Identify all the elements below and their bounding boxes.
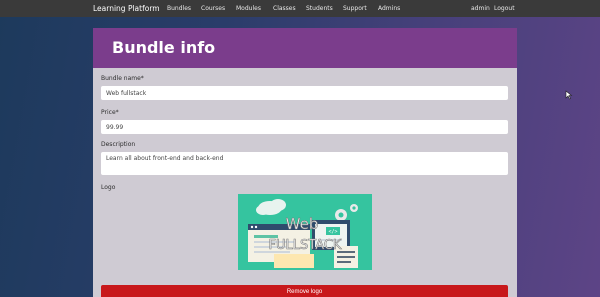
logout-link[interactable]: Logout [494,5,515,12]
description-label: Description [101,141,136,148]
user-name[interactable]: admin [471,5,490,12]
price-input[interactable] [101,120,508,134]
nav-students[interactable]: Students [306,5,333,12]
nav-support[interactable]: Support [343,5,367,12]
logo-title-line1: Web [286,215,319,233]
card-header: Bundle info [93,28,517,68]
brand-link[interactable]: Learning Platform [93,4,160,13]
nav-modules[interactable]: Modules [236,5,261,12]
code-badge: </> [328,229,337,235]
bundle-name-input[interactable] [101,86,508,100]
page-title: Bundle info [112,38,216,57]
logo-label: Logo [101,184,116,191]
bundle-card: Bundle info Bundle name* Price* Descript… [93,28,517,297]
mouse-cursor-icon [565,90,573,100]
logo-image: </> Web FULLSTACK [238,194,372,270]
price-label: Price* [101,109,119,116]
nav-bundles[interactable]: Bundles [167,5,191,12]
bundle-name-label: Bundle name* [101,75,144,82]
nav-courses[interactable]: Courses [201,5,225,12]
description-textarea[interactable]: Learn all about front-end and back-end [101,152,508,175]
remove-logo-button[interactable]: Remove logo [101,285,508,297]
logo-illustration: </> Web FULLSTACK [248,199,358,268]
nav-admins[interactable]: Admins [378,5,400,12]
nav-classes[interactable]: Classes [273,5,296,12]
logo-title-line2: FULLSTACK [269,238,342,253]
top-navbar: Learning Platform Bundles Courses Module… [0,0,600,17]
